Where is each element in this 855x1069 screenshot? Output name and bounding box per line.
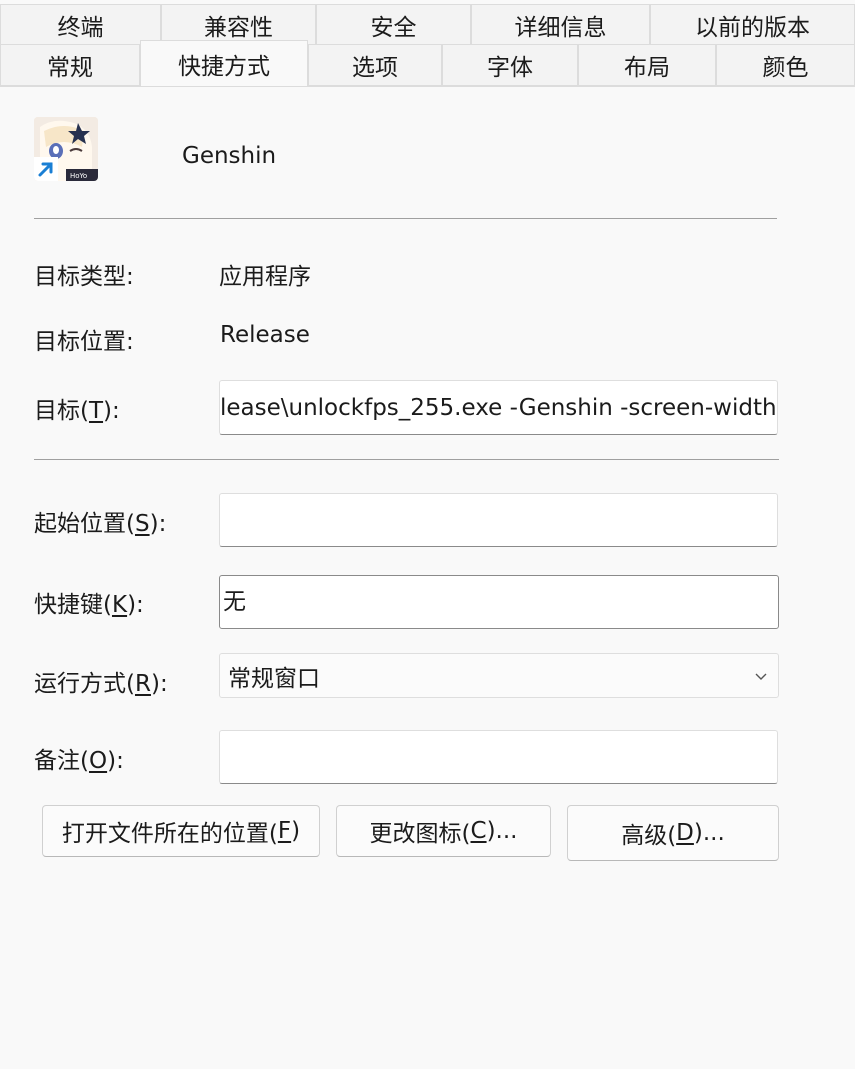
shortcut-arrow-icon xyxy=(34,157,58,181)
app-icon: HoYo xyxy=(34,117,98,181)
target-label: 目标(T): xyxy=(34,398,120,424)
tab-colors[interactable]: 颜色 xyxy=(716,44,855,86)
chevron-down-icon xyxy=(755,673,767,680)
shortcut-key-input[interactable]: 无 xyxy=(219,575,779,629)
tab-security[interactable]: 安全 xyxy=(316,4,471,44)
tab-layout[interactable]: 布局 xyxy=(578,44,716,86)
icon-label: HoYo xyxy=(70,172,87,180)
target-type-label: 目标类型: xyxy=(34,264,134,290)
tab-details[interactable]: 详细信息 xyxy=(471,4,650,44)
shortcut-panel: HoYo Genshin 目标类型: 应用程序 目标位置: Release 目标… xyxy=(0,86,855,1069)
change-icon-button[interactable]: 更改图标(C)... xyxy=(336,805,551,857)
target-location-value: Release xyxy=(220,322,310,348)
run-label: 运行方式(R): xyxy=(34,671,168,697)
target-type-value: 应用程序 xyxy=(219,264,311,290)
advanced-button[interactable]: 高级(D)... xyxy=(567,805,779,861)
divider-middle xyxy=(34,459,779,460)
tab-shortcut[interactable]: 快捷方式 xyxy=(140,40,308,86)
comment-input[interactable] xyxy=(219,730,778,784)
start-in-label: 起始位置(S): xyxy=(34,511,167,537)
shortcut-key-label: 快捷键(K): xyxy=(34,592,144,618)
tab-terminal[interactable]: 终端 xyxy=(0,4,161,44)
comment-label: 备注(O): xyxy=(34,748,124,774)
tab-compatibility[interactable]: 兼容性 xyxy=(161,4,316,44)
run-select-value: 常规窗口 xyxy=(228,665,320,692)
tab-options[interactable]: 选项 xyxy=(308,44,442,86)
open-file-location-button[interactable]: 打开文件所在的位置(F) xyxy=(42,805,320,857)
divider-top xyxy=(34,218,777,219)
tab-general[interactable]: 常规 xyxy=(0,44,140,86)
run-select[interactable]: 常规窗口 xyxy=(219,653,779,698)
target-location-label: 目标位置: xyxy=(34,329,134,355)
tab-font[interactable]: 字体 xyxy=(442,44,578,86)
target-input-value: lease\unlockfps_255.exe -Genshin -screen… xyxy=(220,394,777,421)
shortcut-key-value: 无 xyxy=(223,589,246,615)
tab-row-top: 终端 兼容性 安全 详细信息 以前的版本 xyxy=(0,4,855,44)
start-in-input[interactable] xyxy=(219,493,778,547)
shortcut-name: Genshin xyxy=(182,143,277,169)
tab-previous-versions[interactable]: 以前的版本 xyxy=(650,4,855,44)
tab-row-bottom: 常规 快捷方式 选项 字体 布局 颜色 xyxy=(0,40,855,86)
target-input[interactable]: lease\unlockfps_255.exe -Genshin -screen… xyxy=(219,380,778,435)
